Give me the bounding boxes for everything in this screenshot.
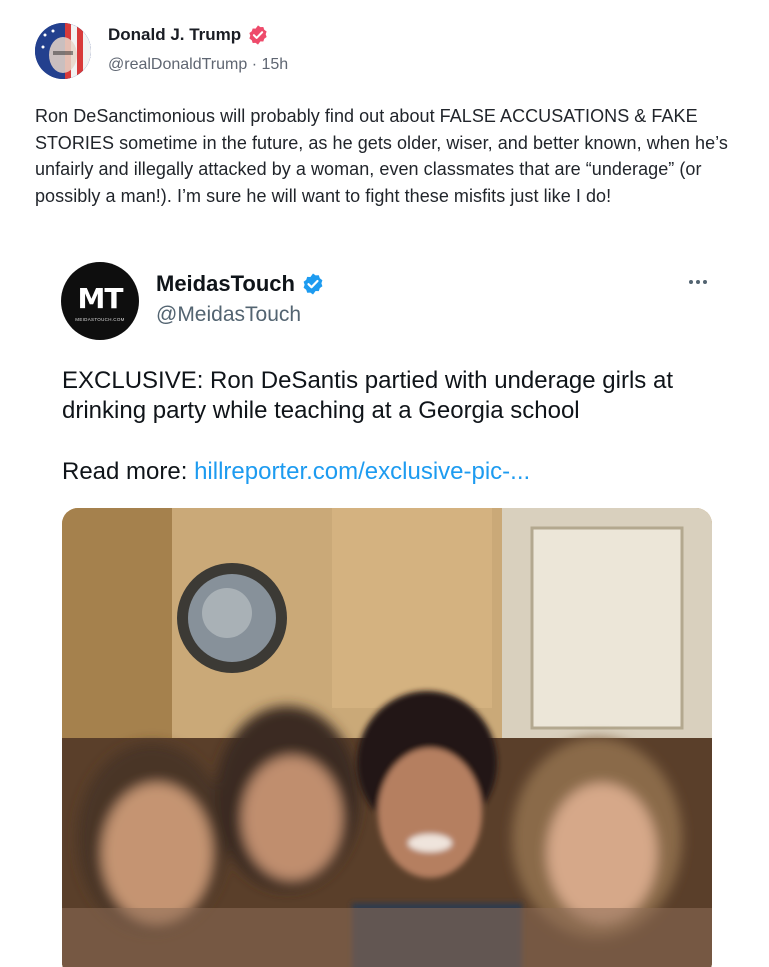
party-photo-image — [62, 508, 712, 967]
meidastouch-avatar[interactable]: MT MEIDASTOUCH.COM — [61, 262, 139, 340]
logo-subtext: MEIDASTOUCH.COM — [75, 317, 125, 322]
tweet-photo[interactable] — [62, 508, 712, 967]
author-name[interactable]: Donald J. Trump — [108, 25, 241, 45]
embedded-tweet[interactable]: MT MEIDASTOUCH.COM MeidasTouch @MeidasTo… — [35, 250, 733, 967]
avatar-image — [35, 23, 91, 79]
author-name-row[interactable]: Donald J. Trump — [108, 24, 269, 46]
author-meta: @realDonaldTrump · 15h — [108, 56, 288, 74]
more-options-icon[interactable] — [683, 272, 713, 292]
post-body-text: Ron DeSanctimonious will probably find o… — [35, 106, 728, 206]
logo-letters: MT — [77, 282, 124, 315]
meta-separator: · — [251, 56, 258, 73]
embed-author-row[interactable]: MeidasTouch — [156, 271, 325, 297]
verified-badge-icon — [303, 273, 323, 295]
link-prefix: Read more: — [62, 458, 195, 485]
post-timestamp[interactable]: 15h — [262, 56, 289, 74]
author-handle[interactable]: @realDonaldTrump — [108, 56, 247, 74]
article-link[interactable]: hillreporter.com/exclusive-pic-... — [194, 458, 530, 485]
embed-tweet-text: EXCLUSIVE: Ron DeSantis partied with und… — [62, 367, 673, 424]
author-avatar[interactable] — [35, 23, 91, 79]
embed-author-handle[interactable]: @MeidasTouch — [156, 303, 301, 327]
verified-badge-icon — [249, 25, 267, 45]
embed-author-name[interactable]: MeidasTouch — [156, 271, 295, 297]
embed-link-row: Read more: hillreporter.com/exclusive-pi… — [62, 458, 530, 486]
